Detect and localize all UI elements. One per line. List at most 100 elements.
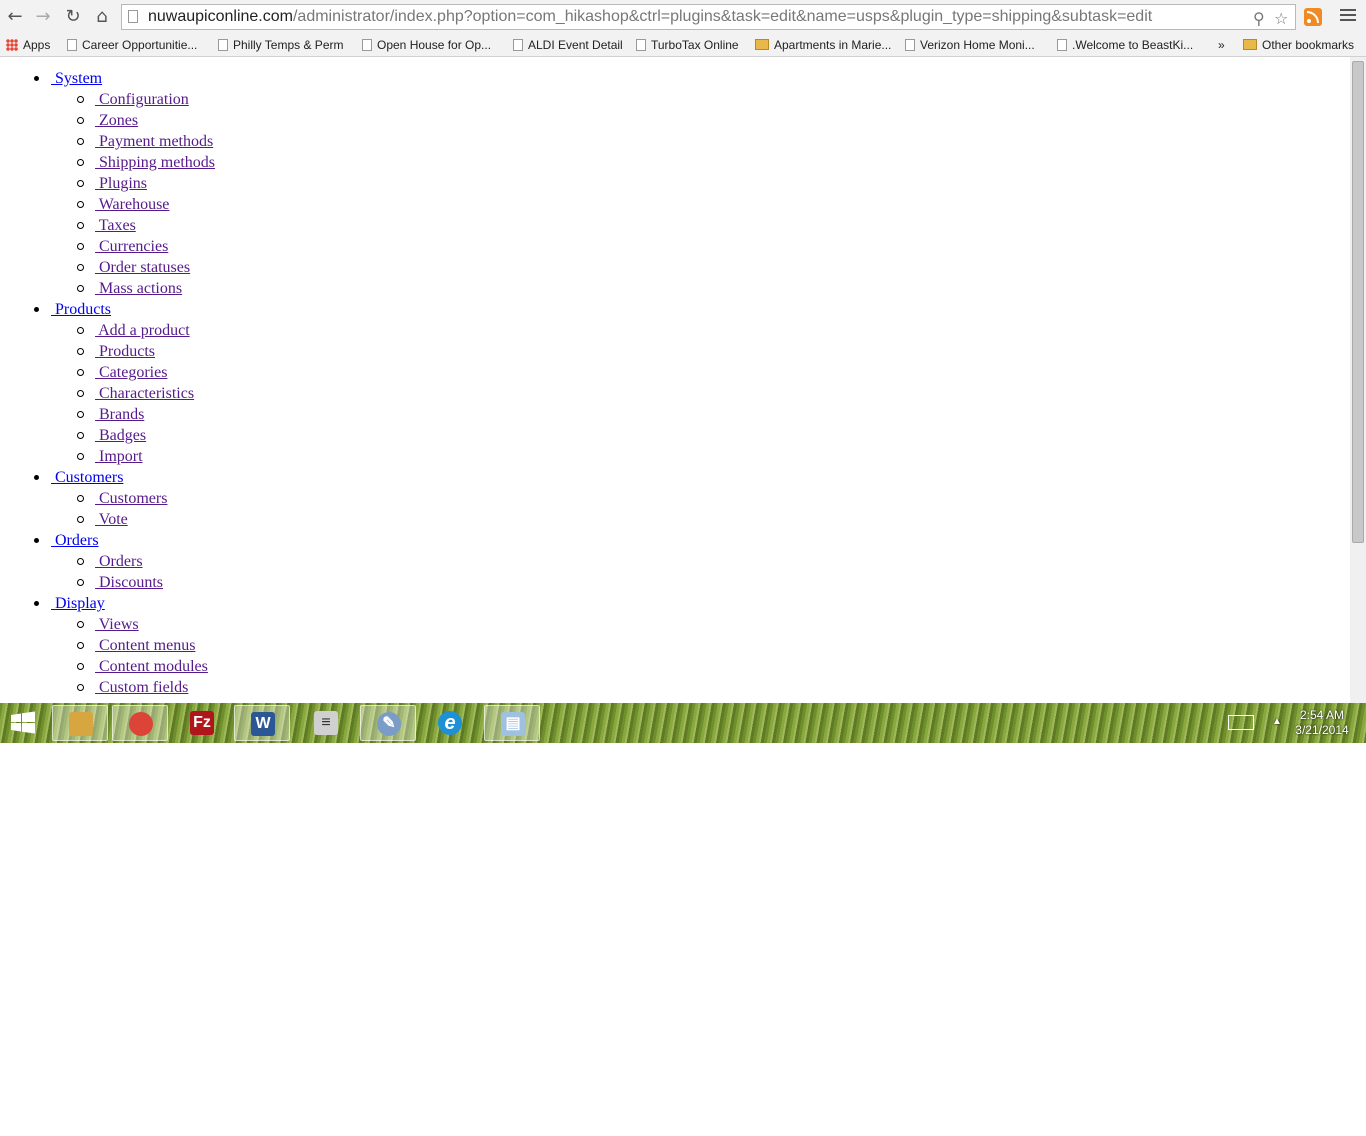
chrome-icon bbox=[129, 712, 153, 736]
submenu-item: Payment methods bbox=[51, 131, 215, 152]
star-icon[interactable]: ☆ bbox=[1274, 7, 1288, 29]
submenu-link[interactable]: Currencies bbox=[95, 238, 168, 255]
bookmark-philly-temps[interactable]: Philly Temps & Perm bbox=[218, 37, 343, 53]
menu-section-link[interactable]: Orders bbox=[51, 532, 99, 549]
clock[interactable]: 2:54 AM 3/21/2014 bbox=[1292, 708, 1352, 738]
start-button[interactable] bbox=[0, 705, 46, 741]
submenu-link[interactable]: Badges bbox=[95, 427, 146, 444]
submenu-link[interactable]: Add a product bbox=[95, 322, 190, 339]
submenu-item: Order statuses bbox=[51, 257, 215, 278]
submenu-link[interactable]: Custom fields bbox=[95, 679, 188, 696]
other-bookmarks[interactable]: Other bookmarks bbox=[1243, 37, 1354, 53]
bookmark-label: Apartments in Marie... bbox=[774, 38, 892, 52]
submenu-link[interactable]: Warehouse bbox=[95, 196, 170, 213]
bookmark-label: Other bookmarks bbox=[1262, 38, 1355, 52]
taskbar-filezilla[interactable]: Fz bbox=[174, 705, 230, 741]
submenu-link[interactable]: Order statuses bbox=[95, 259, 190, 276]
bookmark-apps[interactable]: Apps bbox=[6, 37, 50, 53]
page-scrollbar[interactable] bbox=[1350, 57, 1366, 703]
keyboard-icon[interactable] bbox=[1228, 715, 1254, 730]
menu-section-link[interactable]: Products bbox=[51, 301, 111, 318]
taskbar-file-explorer[interactable] bbox=[52, 705, 108, 741]
bookmark-label: TurboTax Online bbox=[651, 38, 739, 52]
submenu-link[interactable]: Plugins bbox=[95, 175, 147, 192]
show-hidden-icons-icon[interactable]: ▲ bbox=[1272, 716, 1282, 727]
bookmark-verizon[interactable]: Verizon Home Moni... bbox=[905, 37, 1035, 53]
bookmark-career[interactable]: Career Opportunitie... bbox=[67, 37, 197, 53]
menu-section: Orders Orders Discounts bbox=[0, 530, 215, 593]
clock-time: 2:54 AM bbox=[1299, 708, 1345, 722]
bookmark-label: Open House for Op... bbox=[377, 38, 492, 52]
taskbar-word[interactable]: W bbox=[234, 705, 290, 741]
submenu-link[interactable]: Customers bbox=[95, 490, 167, 507]
server-manager-icon: ≡ bbox=[314, 711, 338, 735]
rss-icon[interactable] bbox=[1304, 8, 1322, 26]
submenu-item: Shipping methods bbox=[51, 152, 215, 173]
bookmark-turbotax[interactable]: TurboTax Online bbox=[636, 37, 739, 53]
url-host: nuwaupiconline.com bbox=[148, 8, 293, 25]
submenu-item: Views bbox=[51, 614, 215, 635]
back-arrow-icon[interactable]: ← bbox=[3, 5, 27, 29]
submenu-item: Import bbox=[51, 446, 215, 467]
taskbar-chrome[interactable] bbox=[112, 705, 168, 741]
menu-sections: System Configuration Zones Payment metho… bbox=[0, 68, 215, 698]
submenu-link[interactable]: Discounts bbox=[95, 574, 163, 591]
submenu-link[interactable]: Content modules bbox=[95, 658, 208, 675]
scrollbar-thumb[interactable] bbox=[1352, 61, 1364, 543]
bookmark-aldi[interactable]: ALDI Event Detail bbox=[513, 37, 623, 53]
submenu-link[interactable]: Shipping methods bbox=[95, 154, 215, 171]
taskbar-paint[interactable]: ✎ bbox=[360, 705, 416, 741]
submenu-item: Zones bbox=[51, 110, 215, 131]
submenu-link[interactable]: Configuration bbox=[95, 91, 189, 108]
submenu-link[interactable]: Taxes bbox=[95, 217, 136, 234]
taskbar-server-manager[interactable]: ≡ bbox=[298, 705, 354, 741]
submenu-link[interactable]: Mass actions bbox=[95, 280, 182, 297]
bookmark-open-house[interactable]: Open House for Op... bbox=[362, 37, 491, 53]
submenu-item: Brands bbox=[51, 404, 215, 425]
submenu-link[interactable]: Characteristics bbox=[95, 385, 194, 402]
zoom-icon[interactable]: ⚲ bbox=[1253, 7, 1265, 29]
menu-section-link[interactable]: Display bbox=[51, 595, 105, 612]
menu-section: Customers Customers Vote bbox=[0, 467, 215, 530]
menu-section: Display Views Content menus Content modu… bbox=[0, 593, 215, 698]
bookmark-label: Career Opportunitie... bbox=[82, 38, 198, 52]
bookmark-beastki[interactable]: .Welcome to BeastKi... bbox=[1057, 37, 1193, 53]
bookmark-label: ALDI Event Detail bbox=[528, 38, 623, 52]
menu-section: System Configuration Zones Payment metho… bbox=[0, 68, 215, 299]
chrome-menu-icon[interactable] bbox=[1340, 9, 1356, 23]
submenu-link[interactable]: Zones bbox=[95, 112, 138, 129]
forward-arrow-icon[interactable]: → bbox=[31, 5, 55, 29]
submenu-item: Warehouse bbox=[51, 194, 215, 215]
address-bar[interactable]: nuwaupiconline.com/administrator/index.p… bbox=[121, 4, 1296, 30]
reload-icon[interactable]: ↻ bbox=[61, 5, 85, 29]
taskbar-notepad[interactable]: ▤ bbox=[484, 705, 540, 741]
submenu-link[interactable]: Payment methods bbox=[95, 133, 213, 150]
notepad-icon: ▤ bbox=[501, 712, 525, 736]
taskbar-internet-explorer[interactable]: e bbox=[422, 705, 478, 741]
page-icon bbox=[636, 39, 646, 51]
submenu-item: Plugins bbox=[51, 173, 215, 194]
submenu-link[interactable]: Content menus bbox=[95, 637, 195, 654]
bookmark-label: Philly Temps & Perm bbox=[233, 38, 344, 52]
bookmark-apartments[interactable]: Apartments in Marie... bbox=[755, 37, 891, 53]
submenu-item: Orders bbox=[51, 551, 215, 572]
submenu-link[interactable]: Orders bbox=[95, 553, 143, 570]
menu-section-link[interactable]: Customers bbox=[51, 469, 123, 486]
submenu-item: Products bbox=[51, 341, 215, 362]
submenu-link[interactable]: Categories bbox=[95, 364, 167, 381]
url-path: /administrator/index.php?option=com_hika… bbox=[292, 8, 1153, 25]
submenu-item: Customers bbox=[51, 488, 215, 509]
page-icon bbox=[218, 39, 228, 51]
home-icon[interactable]: ⌂ bbox=[90, 5, 114, 29]
submenu-link[interactable]: Import bbox=[95, 448, 143, 465]
submenu-link[interactable]: Brands bbox=[95, 406, 144, 423]
submenu-link[interactable]: Views bbox=[95, 616, 139, 633]
submenu-link[interactable]: Products bbox=[95, 343, 155, 360]
bookmarks-overflow[interactable]: » bbox=[1218, 37, 1225, 53]
submenu-item: Add a product bbox=[51, 320, 215, 341]
admin-menu: System Configuration Zones Payment metho… bbox=[0, 68, 215, 698]
menu-section-link[interactable]: System bbox=[51, 70, 102, 87]
submenu-link[interactable]: Vote bbox=[95, 511, 128, 528]
submenu-item: Vote bbox=[51, 509, 215, 530]
clock-date: 3/21/2014 bbox=[1295, 723, 1349, 737]
